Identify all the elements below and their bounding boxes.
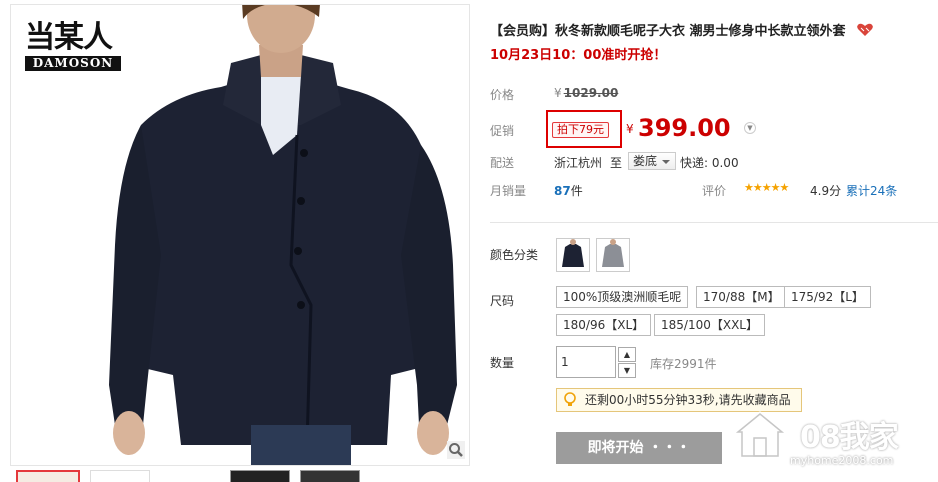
brand-logo-cn: 当某人 bbox=[25, 20, 113, 55]
zoom-icon[interactable] bbox=[447, 441, 465, 459]
ship-to-word: 至 bbox=[610, 156, 623, 170]
price-label: 价格 bbox=[490, 88, 515, 102]
promo-start-time: 10月23日10：00准时开抢！ bbox=[490, 48, 667, 63]
promo-tag-highlight: 拍下79元 bbox=[546, 110, 622, 148]
size-option[interactable]: 185/100【XXL】 bbox=[654, 314, 765, 336]
thumbnail-strip bbox=[10, 466, 470, 482]
quantity-decrease-button[interactable]: ▼ bbox=[618, 363, 636, 378]
brand-logo: 当某人 DAMOSON bbox=[25, 21, 121, 77]
ship-from: 浙江杭州 bbox=[554, 156, 603, 170]
divider bbox=[490, 222, 938, 223]
size-option[interactable]: 170/88【M】 bbox=[696, 286, 787, 308]
product-title-text: 【会员购】秋冬新款顺毛呢子大衣 潮男士修身中长款立领外套 bbox=[490, 24, 846, 39]
rating-score: 4.9分 bbox=[810, 184, 842, 198]
thumbnail[interactable] bbox=[230, 470, 290, 482]
site-watermark: 08我家 myhome2008.com bbox=[724, 404, 934, 478]
product-title: 【会员购】秋冬新款顺毛呢子大衣 潮男士修身中长款立领外套 bbox=[490, 20, 938, 39]
thumbnail[interactable] bbox=[16, 470, 80, 482]
size-option[interactable]: 100%顶级澳洲顺毛呢 bbox=[556, 286, 689, 308]
product-image-panel[interactable]: 当某人 DAMOSON bbox=[10, 4, 470, 466]
stock-count: 库存2991件 bbox=[650, 357, 717, 371]
shipping-fee: 快递: 0.00 bbox=[680, 156, 739, 170]
ship-destination-select[interactable]: 娄底 bbox=[628, 152, 677, 170]
promo-tag: 拍下79元 bbox=[552, 122, 609, 138]
color-swatch-gray[interactable] bbox=[596, 238, 630, 272]
currency-symbol: ¥ bbox=[626, 122, 634, 136]
brand-logo-en: DAMOSON bbox=[25, 56, 121, 71]
heart-icon[interactable] bbox=[856, 23, 874, 37]
chevron-down-icon bbox=[662, 160, 671, 164]
house-icon bbox=[732, 410, 788, 459]
price-block: 价格 ¥1029.00 促销 拍下79元 ¥ 399.00 ▼ 配送 浙江杭州 … bbox=[490, 74, 938, 206]
coat-thumbnail bbox=[602, 239, 624, 267]
size-option[interactable]: 180/96【XL】 bbox=[556, 314, 652, 336]
star-rating-icon: ★★★★★ bbox=[744, 181, 789, 194]
thumbnail[interactable] bbox=[300, 470, 360, 482]
promo-label: 促销 bbox=[490, 124, 515, 138]
color-swatch-navy[interactable] bbox=[556, 238, 590, 272]
watermark-text: 08我家 bbox=[800, 420, 899, 455]
monthly-sales-unit: 件 bbox=[570, 184, 583, 198]
quantity-label: 数量 bbox=[490, 356, 515, 370]
ship-destination-value: 娄底 bbox=[633, 154, 658, 168]
monthly-sales-count: 87 bbox=[554, 184, 571, 198]
quantity-increase-button[interactable]: ▲ bbox=[618, 347, 636, 362]
sales-label: 月销量 bbox=[490, 184, 527, 198]
quantity-input[interactable] bbox=[556, 346, 616, 378]
original-price: ¥1029.00 bbox=[554, 86, 618, 100]
rating-label: 评价 bbox=[702, 184, 727, 198]
promo-price-value: 399.00 bbox=[638, 114, 731, 142]
monthly-sales: 87件 bbox=[554, 182, 583, 199]
product-photo bbox=[101, 5, 469, 465]
coat-thumbnail bbox=[562, 239, 584, 267]
shipping-label: 配送 bbox=[490, 156, 515, 170]
lightbulb-icon bbox=[564, 392, 576, 406]
size-option[interactable]: 175/92【L】 bbox=[784, 286, 871, 308]
thumbnail[interactable] bbox=[90, 470, 150, 482]
original-price-value: 1029.00 bbox=[563, 86, 619, 100]
chevron-down-icon[interactable]: ▼ bbox=[744, 122, 756, 134]
coming-soon-button[interactable]: 即将开始 ・・・ bbox=[556, 432, 722, 464]
review-count-link[interactable]: 累计24条 bbox=[846, 182, 897, 199]
color-label: 颜色分类 bbox=[490, 248, 539, 262]
currency-symbol: ¥ bbox=[554, 86, 562, 100]
watermark-url: myhome2008.com bbox=[790, 454, 894, 467]
size-label: 尺码 bbox=[490, 294, 515, 308]
